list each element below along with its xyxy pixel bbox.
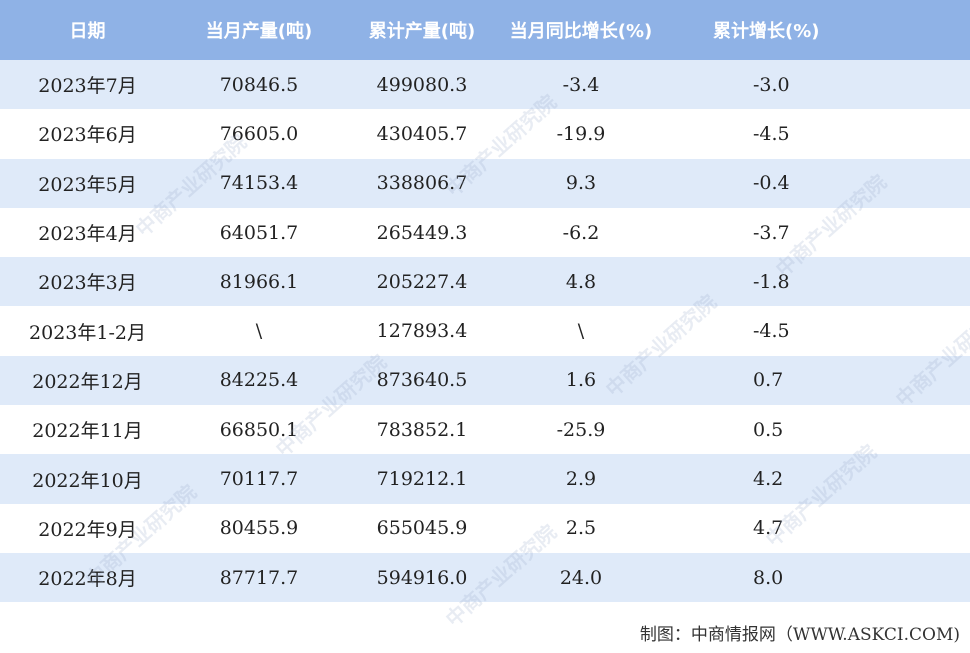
table-row: 2022年9月 80455.9 655045.9 2.5 4.7 bbox=[0, 503, 970, 553]
cell-date: 2022年8月 bbox=[38, 568, 137, 591]
cell-monthly-output: 70846.5 bbox=[219, 73, 299, 96]
cell-monthly-output: 70117.7 bbox=[219, 468, 299, 491]
cell-cumulative-growth: -0.4 bbox=[753, 172, 790, 195]
source-credit: 制图：中商情报网（WWW.ASKCI.COM) bbox=[639, 625, 960, 645]
header-date: 日期 bbox=[69, 21, 106, 42]
cell-date: 2023年3月 bbox=[38, 272, 137, 295]
header-cumulative-growth: 累计增长(%) bbox=[713, 21, 820, 42]
cell-monthly-yoy: -3.4 bbox=[562, 73, 600, 96]
header-monthly-yoy: 当月同比增长(%) bbox=[509, 21, 653, 42]
cell-date: 2022年10月 bbox=[32, 469, 143, 492]
cell-cumulative-growth: -4.5 bbox=[753, 122, 790, 145]
cell-date: 2022年11月 bbox=[32, 420, 143, 443]
cell-cumulative-output: 594916.0 bbox=[376, 566, 468, 589]
cell-date: 2023年5月 bbox=[38, 173, 137, 196]
cell-cumulative-growth: 8.0 bbox=[753, 566, 784, 589]
cell-cumulative-growth: 4.7 bbox=[753, 517, 784, 540]
cell-cumulative-output: 265449.3 bbox=[376, 221, 468, 244]
cell-monthly-output: 87717.7 bbox=[219, 566, 299, 589]
cell-monthly-output: 74153.4 bbox=[219, 172, 299, 195]
cell-monthly-yoy: 9.3 bbox=[565, 172, 597, 195]
table-row: 2023年3月 81966.1 205227.4 4.8 -1.8 bbox=[0, 257, 970, 307]
table-row: 2022年8月 87717.7 594916.0 24.0 8.0 bbox=[0, 552, 970, 603]
cell-cumulative-growth: 0.5 bbox=[753, 418, 784, 441]
table-row: 2023年5月 74153.4 338806.7 9.3 -0.4 bbox=[0, 158, 970, 208]
table-row: 2023年6月 76605.0 430405.7 -19.9 -4.5 bbox=[0, 109, 970, 159]
cell-cumulative-output: 873640.5 bbox=[376, 369, 468, 392]
cell-cumulative-output: 499080.3 bbox=[376, 73, 468, 96]
cell-date: 2023年1-2月 bbox=[29, 321, 146, 344]
table-row: 2022年11月 66850.1 783852.1 -25.9 0.5 bbox=[0, 405, 970, 455]
cell-cumulative-growth: 0.7 bbox=[753, 369, 784, 392]
cell-date: 2023年6月 bbox=[38, 124, 137, 147]
data-table: 日期 当月产量(吨) 累计产量(吨) 当月同比增长(%) 累计增长(%) 202… bbox=[0, 0, 970, 603]
cell-cumulative-output: 655045.9 bbox=[376, 517, 468, 540]
cell-cumulative-output: 430405.7 bbox=[376, 122, 468, 145]
cell-monthly-yoy: 2.9 bbox=[565, 468, 597, 491]
cell-cumulative-output: 783852.1 bbox=[376, 418, 468, 441]
cell-monthly-output: \ bbox=[255, 320, 263, 343]
cell-cumulative-growth: -3.0 bbox=[753, 73, 790, 96]
cell-cumulative-output: 205227.4 bbox=[376, 270, 468, 293]
table-row: 2022年10月 70117.7 719212.1 2.9 4.2 bbox=[0, 454, 970, 504]
table-header: 日期 当月产量(吨) 累计产量(吨) 当月同比增长(%) 累计增长(%) bbox=[0, 0, 970, 60]
table-row: 2023年7月 70846.5 499080.3 -3.4 -3.0 bbox=[0, 60, 970, 110]
cell-monthly-yoy: -25.9 bbox=[556, 418, 606, 441]
cell-monthly-yoy: -6.2 bbox=[562, 221, 600, 244]
cell-cumulative-output: 127893.4 bbox=[376, 320, 468, 343]
table-row: 2023年4月 64051.7 265449.3 -6.2 -3.7 bbox=[0, 207, 970, 258]
header-monthly-output: 当月产量(吨) bbox=[205, 21, 313, 42]
footer: 制图：中商情报网（WWW.ASKCI.COM) bbox=[0, 614, 970, 653]
header-cumulative-output: 累计产量(吨) bbox=[368, 21, 476, 42]
cell-cumulative-growth: -4.5 bbox=[753, 320, 790, 343]
cell-monthly-yoy: 4.8 bbox=[565, 270, 597, 293]
cell-date: 2023年4月 bbox=[38, 223, 137, 246]
cell-cumulative-output: 719212.1 bbox=[376, 468, 468, 491]
cell-date: 2022年9月 bbox=[38, 518, 137, 541]
cell-monthly-output: 66850.1 bbox=[219, 418, 299, 441]
table-row: 2022年12月 84225.4 873640.5 1.6 0.7 bbox=[0, 355, 970, 406]
cell-monthly-yoy: -19.9 bbox=[556, 122, 606, 145]
cell-monthly-yoy: 2.5 bbox=[565, 517, 597, 540]
cell-cumulative-output: 338806.7 bbox=[376, 172, 468, 195]
cell-date: 2023年7月 bbox=[38, 75, 137, 98]
cell-monthly-yoy: \ bbox=[577, 320, 585, 343]
cell-date: 2022年12月 bbox=[32, 370, 143, 393]
cell-cumulative-growth: -3.7 bbox=[753, 221, 790, 244]
cell-monthly-output: 84225.4 bbox=[219, 369, 299, 392]
cell-monthly-yoy: 24.0 bbox=[559, 566, 603, 589]
cell-monthly-output: 81966.1 bbox=[219, 270, 299, 293]
table-row: 2023年1-2月 \ 127893.4 \ -4.5 bbox=[0, 306, 970, 356]
cell-monthly-output: 64051.7 bbox=[219, 221, 299, 244]
cell-cumulative-growth: 4.2 bbox=[753, 468, 784, 491]
cell-monthly-yoy: 1.6 bbox=[565, 369, 597, 392]
cell-monthly-output: 80455.9 bbox=[219, 517, 299, 540]
cell-monthly-output: 76605.0 bbox=[219, 122, 299, 145]
cell-cumulative-growth: -1.8 bbox=[753, 270, 790, 293]
